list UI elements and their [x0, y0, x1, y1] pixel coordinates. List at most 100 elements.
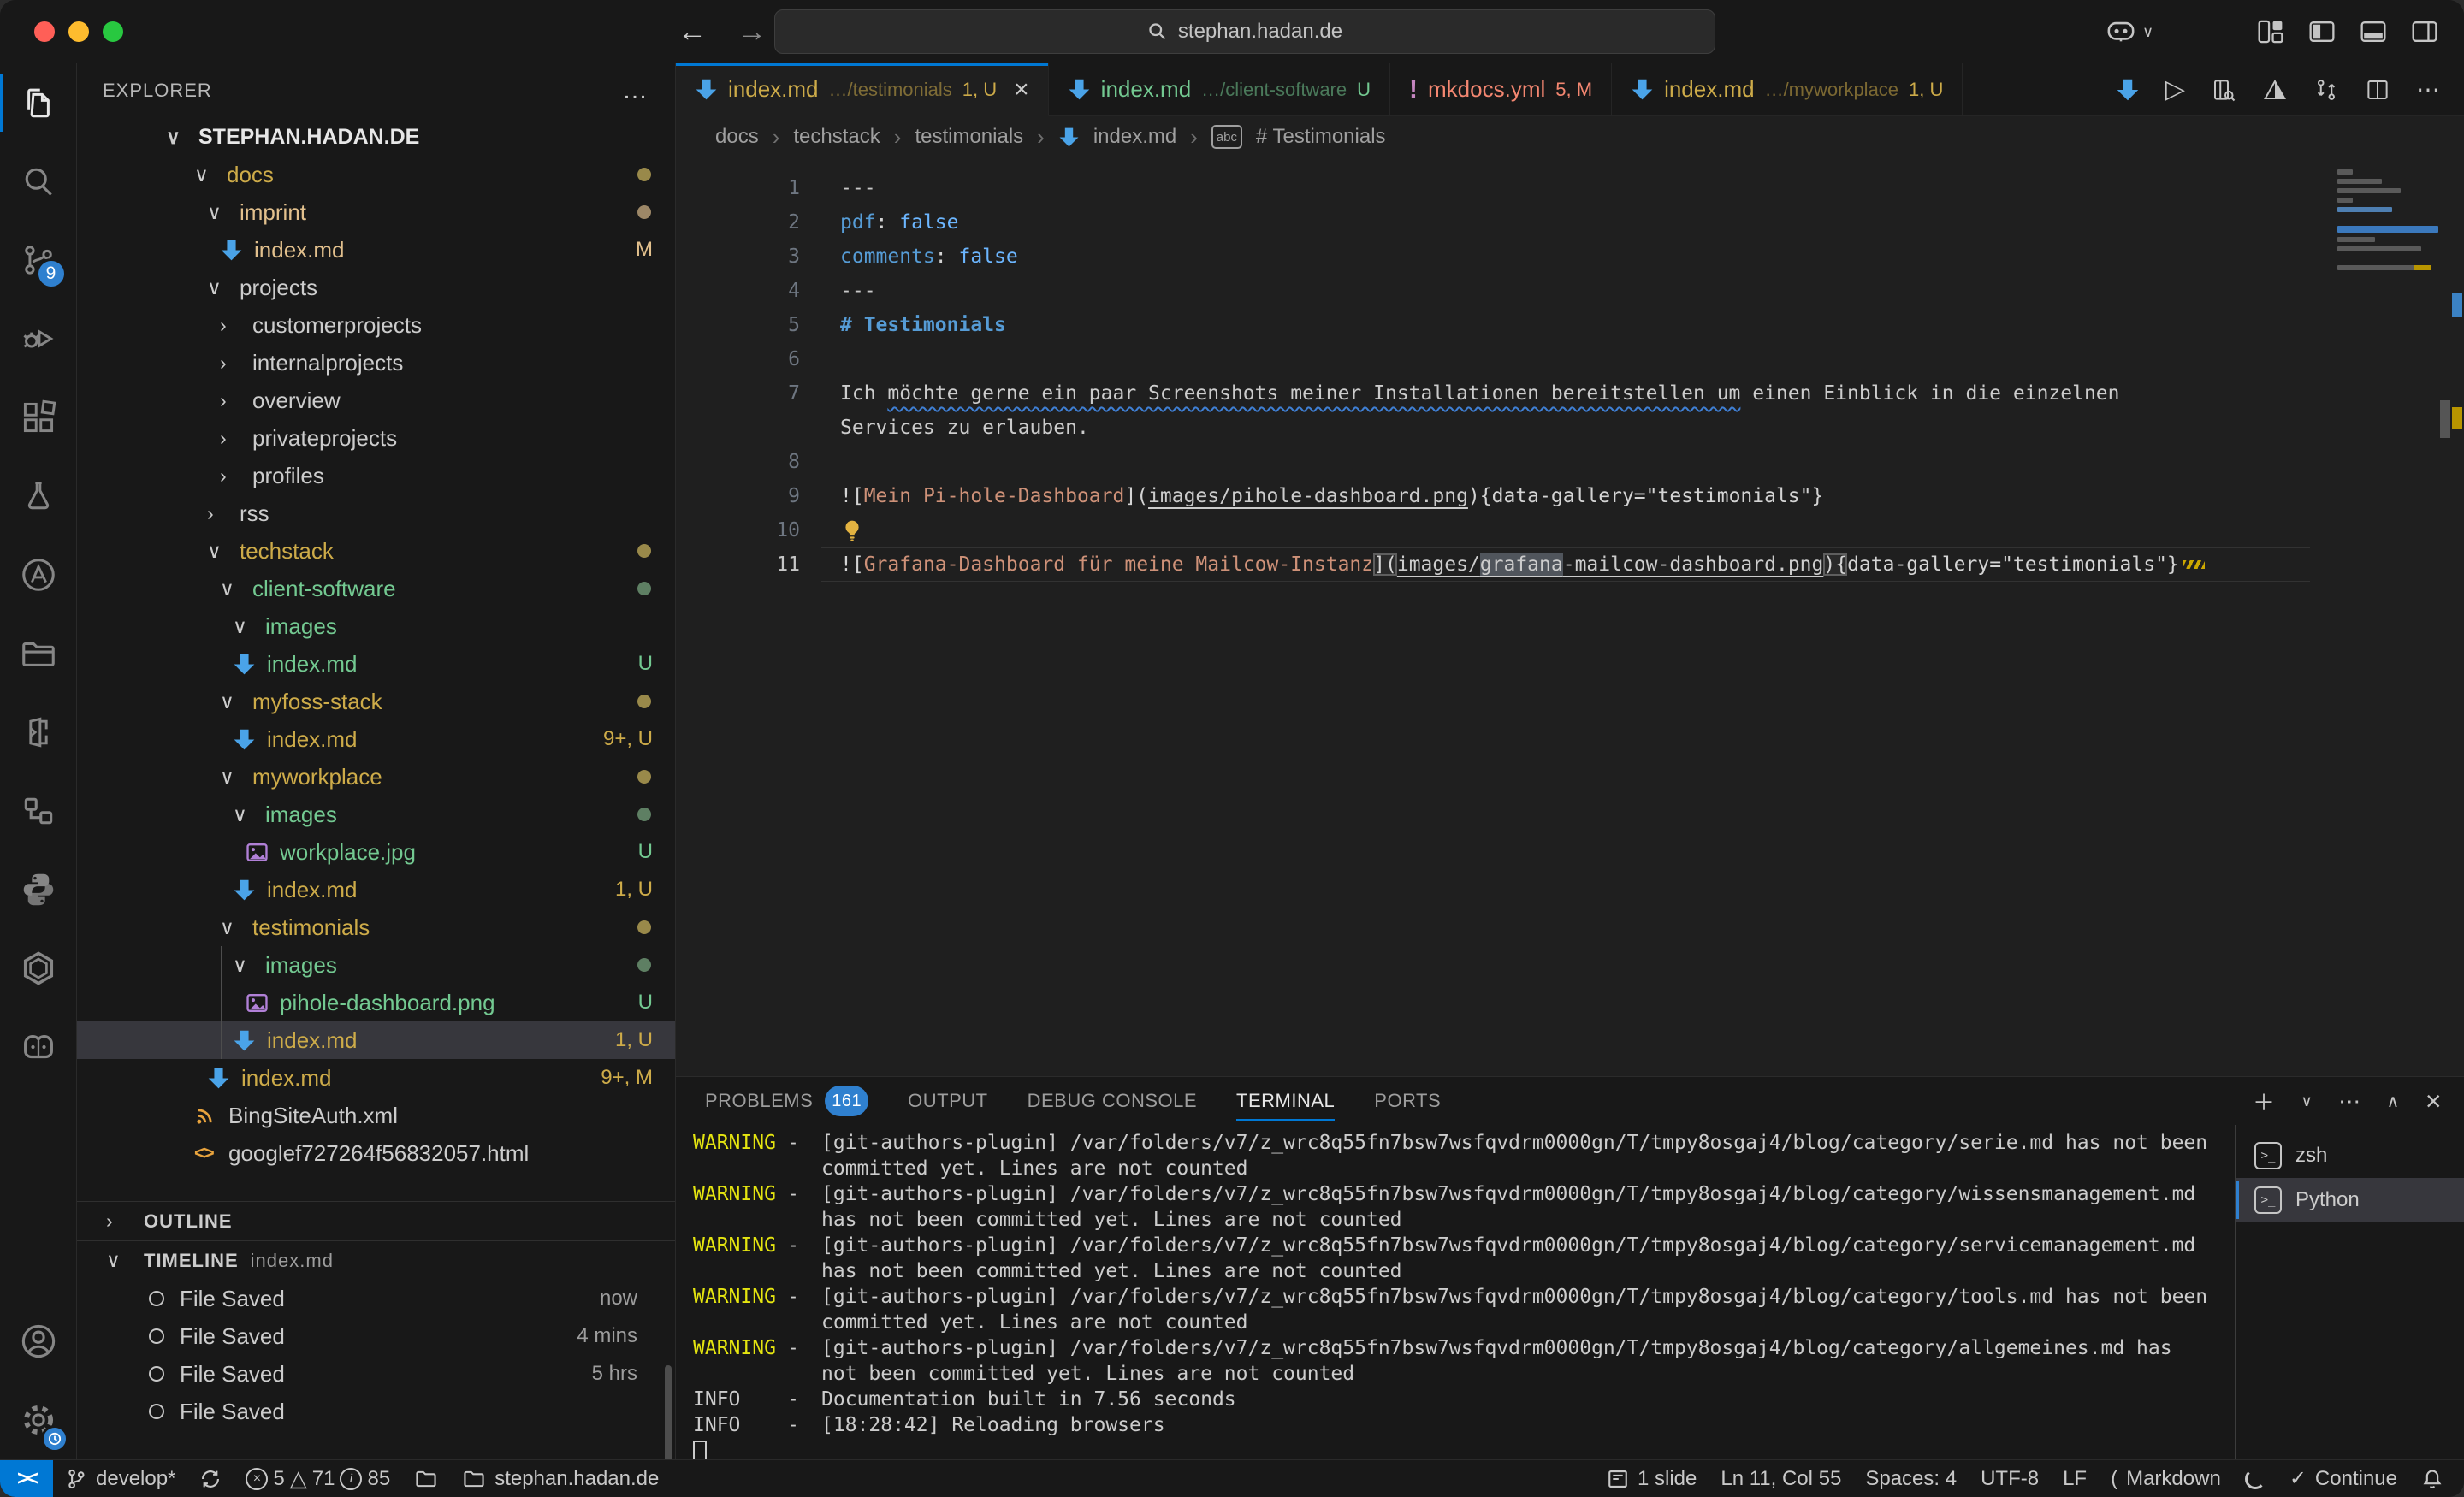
explorer-icon[interactable] — [0, 63, 77, 142]
tree-item-root[interactable]: ∨ STEPHAN.HADAN.DE — [77, 118, 675, 156]
live-server-icon[interactable] — [0, 693, 77, 772]
terminal-output[interactable]: WARNING-[git-authors-plugin] /var/folder… — [676, 1125, 2235, 1459]
zoom-window-button[interactable] — [103, 21, 123, 42]
tree-item-pihole-dashboard-png[interactable]: pihole-dashboard.png U — [77, 984, 675, 1021]
lightbulb-icon[interactable] — [840, 518, 864, 543]
new-terminal-icon[interactable]: ＋ — [2253, 1086, 2276, 1117]
tree-item-myworkplace-index-md[interactable]: index.md 1, U — [77, 871, 675, 908]
timeline-entry[interactable]: File Saved now — [77, 1280, 675, 1317]
tree-item-myworkplace[interactable]: ∨ myworkplace — [77, 758, 675, 796]
timeline-entry[interactable]: File Saved 5 hrs — [77, 1355, 675, 1393]
tree-item-privateprojects[interactable]: › privateprojects — [77, 419, 675, 457]
tree-item-workplace-jpg[interactable]: workplace.jpg U — [77, 833, 675, 871]
workspace-item[interactable]: stephan.hadan.de — [450, 1460, 671, 1497]
close-window-button[interactable] — [34, 21, 55, 42]
tab-terminal[interactable]: TERMINAL — [1236, 1077, 1335, 1125]
tab-index-md-client-software[interactable]: index.md …/client-software U — [1049, 63, 1390, 115]
more-actions-icon[interactable]: ⋯ — [2416, 75, 2440, 104]
markdown-download-icon[interactable] — [2116, 78, 2140, 102]
marp-slides-item[interactable]: 1 slide — [1595, 1460, 1709, 1497]
sync-item[interactable] — [187, 1460, 234, 1497]
run-icon[interactable]: ▷ — [2165, 74, 2185, 104]
tree-item-profiles[interactable]: › profiles — [77, 457, 675, 494]
tree-item-testimonials-index-md[interactable]: index.md 1, U — [77, 1021, 675, 1059]
tree-item-bingsiteauth-xml[interactable]: BingSiteAuth.xml — [77, 1097, 675, 1134]
tree-item-internalprojects[interactable]: › internalprojects — [77, 344, 675, 382]
explorer-more-actions-icon[interactable]: … — [622, 76, 649, 105]
close-icon[interactable]: × — [1014, 77, 1029, 103]
tab-debug-console[interactable]: DEBUG CONSOLE — [1028, 1077, 1197, 1125]
breadcrumb-item[interactable]: techstack — [793, 125, 880, 149]
tab-problems[interactable]: PROBLEMS 161 — [705, 1077, 868, 1125]
timeline-entry[interactable]: File Saved 4 mins — [77, 1317, 675, 1355]
tree-item-imprint[interactable]: ∨ imprint — [77, 193, 675, 231]
podman-icon[interactable] — [0, 929, 77, 1008]
toggle-panel-icon[interactable] — [2360, 20, 2387, 44]
continue-item[interactable]: ✓ Continue — [2277, 1460, 2409, 1497]
tree-item-rss[interactable]: › rss — [77, 494, 675, 532]
open-preview-side-icon[interactable] — [2211, 77, 2236, 103]
breadcrumb-item[interactable]: # Testimonials — [1256, 125, 1386, 149]
ansible-icon[interactable] — [0, 535, 77, 614]
tree-item-client-software[interactable]: ∨ client-software — [77, 570, 675, 607]
source-control-icon[interactable]: 9 — [0, 221, 77, 299]
tree-item-customerprojects[interactable]: › customerprojects — [77, 306, 675, 344]
search-icon[interactable] — [0, 142, 77, 221]
scrollbar-slider[interactable] — [2440, 400, 2450, 438]
language-mode-item[interactable]: ( Markdown — [2099, 1460, 2233, 1497]
git-branch-item[interactable]: develop* — [53, 1460, 187, 1497]
minimap[interactable] — [2337, 169, 2438, 270]
hierarchy-icon[interactable] — [0, 772, 77, 850]
terminal-instance-python[interactable]: >_ Python — [2236, 1178, 2464, 1222]
tab-index-md-testimonials[interactable]: index.md …/testimonials 1, U × — [676, 63, 1049, 116]
tree-item-overview[interactable]: › overview — [77, 382, 675, 419]
breadcrumb-item[interactable]: index.md — [1093, 125, 1176, 149]
toggle-primary-sidebar-icon[interactable] — [2308, 20, 2336, 44]
tab-index-md-myworkplace[interactable]: index.md …/myworkplace 1, U — [1612, 63, 1963, 115]
command-center[interactable]: stephan.hadan.de — [774, 9, 1715, 54]
close-panel-icon[interactable]: × — [2426, 1086, 2442, 1117]
tree-item-projects[interactable]: ∨ projects — [77, 269, 675, 306]
tree-item-imprint-index-md[interactable]: index.md M — [77, 231, 675, 269]
tree-item-myfoss-index-md[interactable]: index.md 9+, U — [77, 720, 675, 758]
tree-item-myworkplace-images[interactable]: ∨ images — [77, 796, 675, 833]
tree-item-techstack[interactable]: ∨ techstack — [77, 532, 675, 570]
notifications-item[interactable] — [2409, 1460, 2464, 1497]
tree-item-testimonials-images[interactable]: ∨ images — [77, 946, 675, 984]
customize-layout-icon[interactable] — [2257, 20, 2284, 44]
problems-item[interactable]: × 5 △ 71 i 85 — [234, 1460, 402, 1497]
more-actions-icon[interactable]: ⋯ — [2338, 1088, 2361, 1115]
run-debug-icon[interactable] — [0, 299, 77, 378]
tab-mkdocs-yml[interactable]: ! mkdocs.yml 5, M — [1390, 63, 1612, 115]
accounts-icon[interactable] — [0, 1302, 77, 1381]
tab-output[interactable]: OUTPUT — [908, 1077, 987, 1125]
compare-changes-icon[interactable] — [2313, 77, 2339, 103]
timeline-section-header[interactable]: ∨ TIMELINE index.md — [77, 1240, 675, 1280]
forward-button[interactable]: → — [737, 15, 767, 49]
indentation-item[interactable]: Spaces: 4 — [1853, 1460, 1969, 1497]
toggle-secondary-sidebar-icon[interactable] — [2411, 20, 2438, 44]
tree-item-testimonials[interactable]: ∨ testimonials — [77, 908, 675, 946]
extensions-icon[interactable] — [0, 378, 77, 457]
minimize-window-button[interactable] — [68, 21, 89, 42]
cursor-position-item[interactable]: Ln 11, Col 55 — [1709, 1460, 1853, 1497]
project-folder-icon[interactable] — [0, 614, 77, 693]
tree-item-client-software-images[interactable]: ∨ images — [77, 607, 675, 645]
copilot-chat-icon[interactable] — [0, 1008, 77, 1086]
code-editor[interactable]: 1--- 2pdf: false 3comments: false 4--- 5… — [676, 157, 2464, 1076]
encoding-item[interactable]: UTF-8 — [1969, 1460, 2051, 1497]
testing-icon[interactable] — [0, 457, 77, 535]
timeline-entry[interactable]: File Saved — [77, 1393, 675, 1430]
markdown-preview-icon[interactable] — [2262, 77, 2288, 103]
tree-item-myfoss-stack[interactable]: ∨ myfoss-stack — [77, 683, 675, 720]
folder-item[interactable] — [402, 1460, 450, 1497]
settings-gear-icon[interactable] — [0, 1381, 77, 1459]
tree-item-google-html[interactable]: <> googlef727264f56832057.html — [77, 1134, 675, 1172]
tree-item-docs-index-md[interactable]: index.md 9+, M — [77, 1059, 675, 1097]
remote-indicator[interactable]: >< — [0, 1460, 53, 1497]
terminal-instance-zsh[interactable]: >_ zsh — [2236, 1133, 2464, 1178]
copilot-menu[interactable]: ∨ — [2106, 0, 2153, 63]
breadc rumb-item[interactable]: testimonials — [915, 125, 1023, 149]
python-icon[interactable] — [0, 850, 77, 929]
eol-item[interactable]: LF — [2051, 1460, 2099, 1497]
